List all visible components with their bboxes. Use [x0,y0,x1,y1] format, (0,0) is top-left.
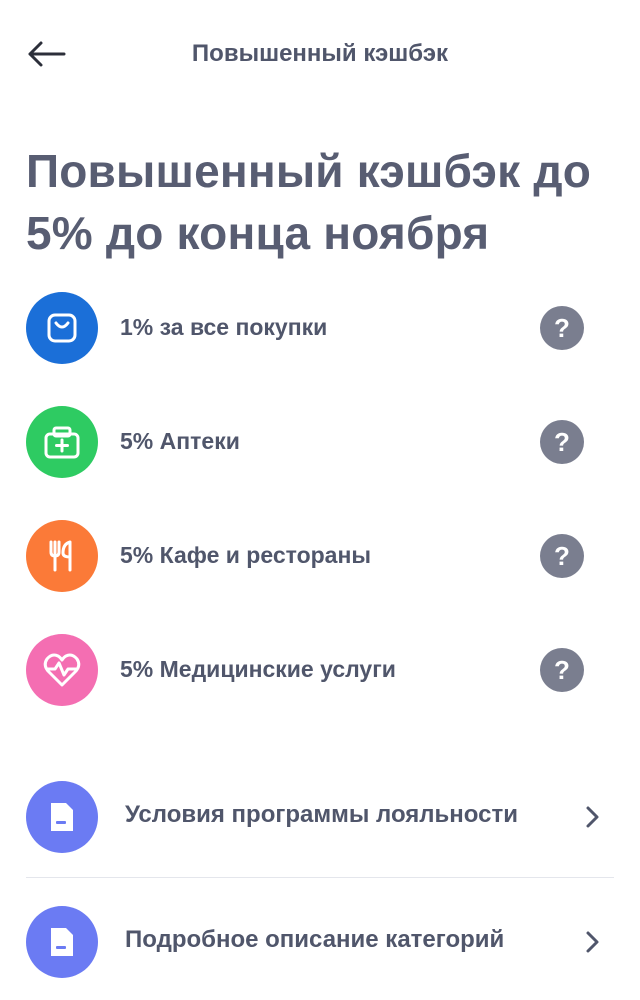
chevron-right-icon [586,931,599,953]
category-icon-circle [26,634,98,706]
category-row-all-purchases: 1% за все покупки ? [0,288,640,368]
link-icon-circle [26,906,98,978]
help-button[interactable]: ? [540,420,584,464]
category-row-pharmacies: 5% Аптеки ? [0,402,640,482]
category-icon-circle [26,406,98,478]
category-label: 5% Медицинские услуги [120,656,396,682]
category-label: 5% Кафе и рестораны [120,542,371,568]
link-label: Подробное описание категорий [125,926,505,953]
category-row-medical: 5% Медицинские услуги ? [0,630,640,710]
category-row-cafes: 5% Кафе и рестораны ? [0,516,640,596]
category-label: 1% за все покупки [120,314,328,340]
fork-spoon-icon [49,540,72,572]
category-icon-circle [26,292,98,364]
link-label: Условия программы лояльности [125,801,518,828]
loyalty-terms-link[interactable]: Условия программы лояльности [0,777,640,857]
category-label: 5% Аптеки [120,428,240,454]
document-icon [51,803,73,831]
shopping-bag-icon [47,313,77,343]
category-details-link[interactable]: Подробное описание категорий [0,902,640,982]
top-bar: Повышенный кэшбэк [0,0,640,108]
cashback-page: Повышенный кэшбэк Повышенный кэшбэк до 5… [0,0,640,1000]
category-icon-circle [26,520,98,592]
divider [26,877,614,878]
help-button[interactable]: ? [540,306,584,350]
heart-pulse-icon [43,653,81,687]
link-icon-circle [26,781,98,853]
first-aid-kit-icon [44,426,80,459]
chevron-right-icon [586,806,599,828]
headline: Повышенный кэшбэк до 5% до конца ноября [26,145,592,259]
help-button[interactable]: ? [540,648,584,692]
document-icon [51,928,73,956]
page-title: Повышенный кэшбэк [191,40,449,67]
help-button[interactable]: ? [540,534,584,578]
